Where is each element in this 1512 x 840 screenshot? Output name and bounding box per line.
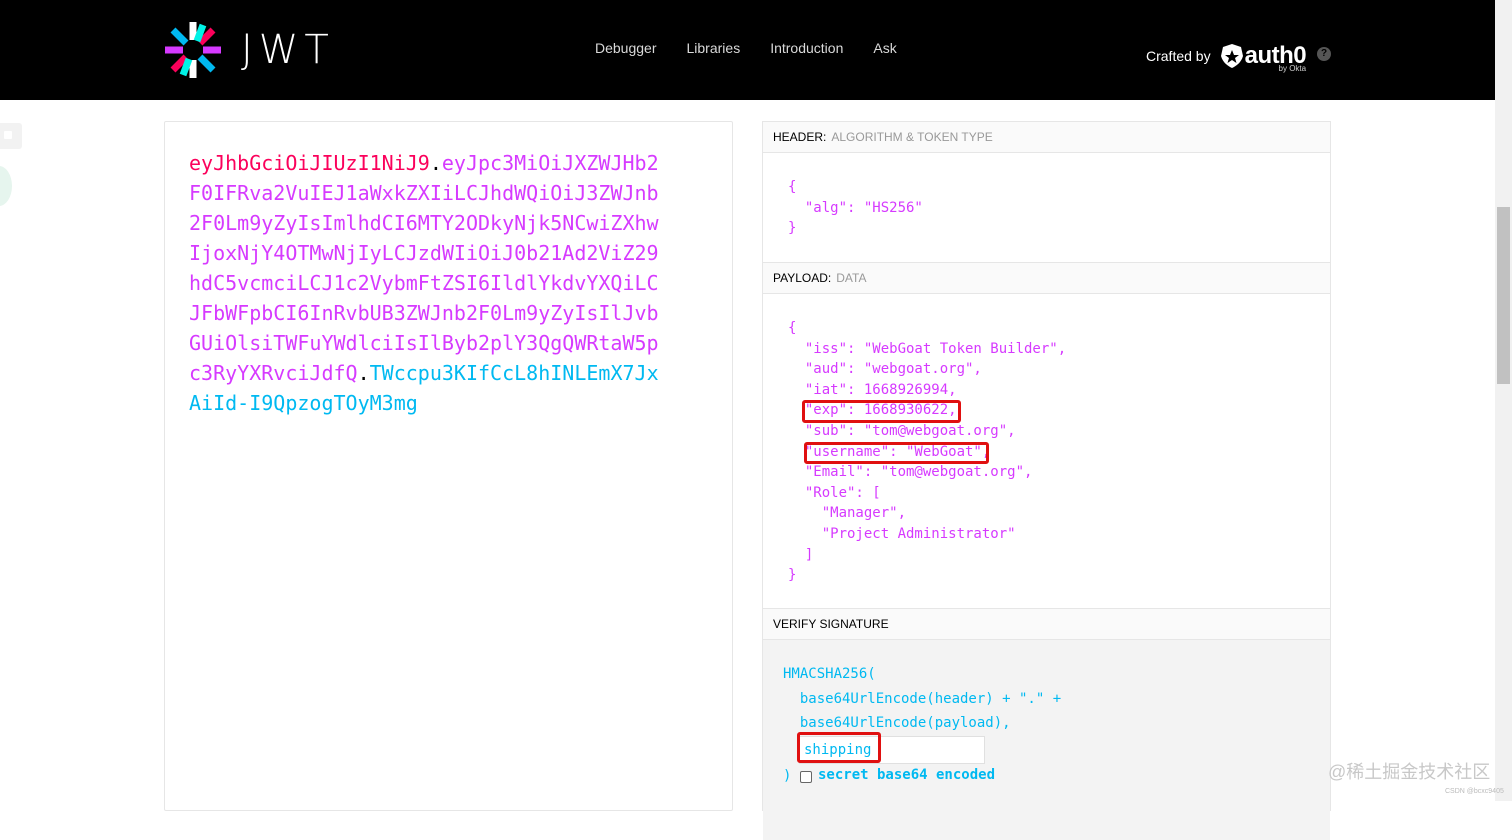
header-title: HEADER: xyxy=(773,130,827,144)
jwt-logo[interactable]: JWT xyxy=(163,20,353,80)
crafted-by-label: Crafted by xyxy=(1146,48,1211,64)
header-section-title: HEADER: ALGORITHM & TOKEN TYPE xyxy=(763,122,1330,153)
token-header-part: eyJhbGciOiJIUzI1NiJ9 xyxy=(189,151,430,175)
payload-subtitle: DATA xyxy=(836,271,867,285)
payload-json-editor[interactable]: { "iss": "WebGoat Token Builder", "aud":… xyxy=(763,294,1330,609)
main-nav: Debugger Libraries Introduction Ask xyxy=(595,40,897,56)
secret-base64-checkbox[interactable] xyxy=(800,771,812,783)
secret-base64-label[interactable]: secret base64 encoded xyxy=(818,767,995,783)
jwt-logo-icon xyxy=(165,22,221,78)
payload-section-title: PAYLOAD: DATA xyxy=(763,263,1330,294)
highlight-secret xyxy=(797,732,881,763)
watermark-text: @稀土掘金技术社区 xyxy=(1328,762,1491,782)
highlight-exp xyxy=(802,400,961,423)
nav-ask[interactable]: Ask xyxy=(873,40,896,56)
payload-title: PAYLOAD: xyxy=(773,271,832,285)
token-dot: . xyxy=(429,151,442,175)
nav-libraries[interactable]: Libraries xyxy=(687,40,741,56)
nav-debugger[interactable]: Debugger xyxy=(595,40,657,56)
header-json[interactable]: { "alg": "HS256" } xyxy=(788,177,923,239)
page-scrollbar-track[interactable] xyxy=(1495,0,1512,801)
verify-header-encode: base64UrlEncode(header) + "." + xyxy=(783,691,1062,707)
token-payload-part: eyJpc3MiOiJXZWJHb2F0IFRva2VuIEJ1aWxkZXIi… xyxy=(189,151,659,385)
header-json-editor[interactable]: { "alg": "HS256" } xyxy=(763,153,1330,263)
header-subtitle: ALGORITHM & TOKEN TYPE xyxy=(831,130,993,144)
verify-section-title: VERIFY SIGNATURE xyxy=(763,609,1330,640)
top-navbar: JWT Debugger Libraries Introduction Ask … xyxy=(0,0,1495,100)
encoded-token-text[interactable]: eyJhbGciOiJIUzI1NiJ9.eyJpc3MiOiJXZWJHb2F… xyxy=(189,148,659,418)
logo-text: JWT xyxy=(241,27,335,73)
page-scrollbar-thumb[interactable] xyxy=(1497,207,1510,384)
verify-signature-body: HMACSHA256( base64UrlEncode(header) + ".… xyxy=(763,640,1330,840)
token-dot: . xyxy=(357,361,370,385)
encoded-token-panel[interactable]: eyJhbGciOiJIUzI1NiJ9.eyJpc3MiOiJXZWJHb2F… xyxy=(164,121,733,811)
help-icon[interactable]: ? xyxy=(1317,47,1331,61)
verify-payload-encode: base64UrlEncode(payload), xyxy=(783,715,1011,731)
highlight-username xyxy=(804,442,989,464)
auth0-logo: auth0 by Okta xyxy=(1220,36,1307,76)
nav-introduction[interactable]: Introduction xyxy=(770,40,843,56)
by-okta-label: by Okta xyxy=(1278,64,1307,73)
side-tab-icon[interactable] xyxy=(0,123,22,149)
side-floating-icon[interactable] xyxy=(0,166,12,206)
watermark-small-text: CSDN @bcxc9405 xyxy=(1445,788,1504,795)
verify-title: VERIFY SIGNATURE xyxy=(773,617,889,631)
crafted-by-auth0[interactable]: Crafted by auth0 by Okta xyxy=(1146,36,1307,76)
verify-fn-close: ) xyxy=(783,768,792,784)
auth0-shield-icon xyxy=(1220,44,1243,68)
decoded-panel: HEADER: ALGORITHM & TOKEN TYPE { "alg": … xyxy=(762,121,1331,840)
verify-fn-open: HMACSHA256( xyxy=(783,666,876,682)
